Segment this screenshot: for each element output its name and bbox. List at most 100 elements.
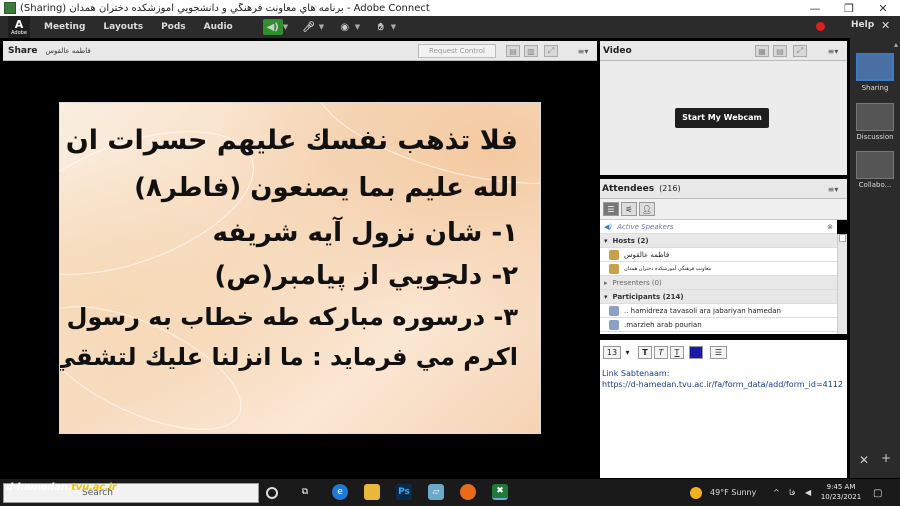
cortana-icon[interactable] <box>266 487 278 499</box>
slide-line-6: اكرم مي فرمايد : ما انزلنا عليك لتشقي <box>59 343 518 371</box>
minimize-button[interactable]: — <box>798 2 832 15</box>
chevron-right-icon[interactable]: ▸ <box>604 279 608 287</box>
chevron-down-icon[interactable]: ▼ <box>391 23 399 31</box>
microphone-control[interactable]: 🎤︎ ▼ <box>299 19 327 35</box>
participants-section[interactable]: ▾ Participants (214) <box>600 290 837 304</box>
start-webcam-button[interactable]: Start My Webcam <box>675 108 769 128</box>
bold-icon[interactable]: T <box>638 345 652 359</box>
raise-hand-icon[interactable]: ✋︎ <box>371 19 391 35</box>
volume-icon[interactable]: ◀ <box>805 488 811 497</box>
notifications-icon[interactable]: ▢ <box>873 488 882 499</box>
participant-name: .marzieh arab pourian <box>624 320 702 329</box>
participants-label: Participants (214) <box>612 292 684 301</box>
speaker-control[interactable]: ◀) ▼ <box>262 19 291 35</box>
menu-audio[interactable]: Audio <box>204 22 233 32</box>
layouts-panel: ▴ Sharing Discussion Collabo... ✕ + <box>850 38 900 478</box>
pod-options-icon[interactable]: ≡▾ <box>826 183 840 195</box>
chat-message-link[interactable]: https://d-hamedan.tvu.ac.ir/fa/form_data… <box>602 379 843 390</box>
microphone-icon[interactable]: 🎤︎ <box>299 19 319 35</box>
chevron-down-icon[interactable]: ▾ <box>604 293 608 301</box>
close-window-button[interactable]: ✕ <box>866 2 900 15</box>
presenters-label: Presenters (0) <box>612 278 662 287</box>
photoshop-icon[interactable]: Ps <box>396 484 412 500</box>
layout-discussion-label[interactable]: Discussion <box>850 133 900 141</box>
status-view-icon[interactable]: 👤︎ <box>639 202 655 216</box>
chevron-down-icon[interactable]: ▾ <box>623 346 632 359</box>
layout-sharing-label[interactable]: Sharing <box>850 84 900 92</box>
slide-line-2: الله عليم بما يصنعون (فاطر۸) <box>134 173 518 203</box>
presenter-name: فاطمه عالقوس <box>45 46 91 55</box>
chevron-down-icon[interactable]: ▼ <box>283 23 291 31</box>
chevron-down-icon[interactable]: ▼ <box>355 23 363 31</box>
close-meeting-icon[interactable]: ✕ <box>881 19 890 32</box>
slide-line-3: ۱- شان نزول آيه شريفه <box>212 218 518 248</box>
list-item[interactable]: معاونت فرهنگي آموزشكده دختران همدان <box>600 262 837 276</box>
present-view-icon[interactable]: ▤ <box>506 45 520 57</box>
adobe-logo-letter: A <box>14 17 24 31</box>
chat-toolbar: 13 ▾ T T T ☰ <box>600 344 847 360</box>
add-layout-icon[interactable]: + <box>881 451 891 465</box>
attendees-scrollbar[interactable] <box>837 234 847 334</box>
list-item[interactable]: .. hamidreza tavasoli ara jabariyan hame… <box>600 304 837 318</box>
slide-line-1: فلا تذهب نفسك عليهم حسرات ان <box>65 125 518 156</box>
menu-pods[interactable]: Pods <box>161 22 186 32</box>
weather-text[interactable]: 49°F Sunny <box>710 488 756 497</box>
request-control-button[interactable]: Request Control <box>418 44 496 58</box>
active-speakers-label: Active Speakers <box>617 222 674 231</box>
font-size-select[interactable]: 13 <box>603 345 621 359</box>
firefox-icon[interactable] <box>460 484 476 500</box>
video-pod-title: Video <box>603 45 632 56</box>
edge-icon[interactable]: e <box>332 484 348 500</box>
chevron-down-icon[interactable]: ▼ <box>319 23 327 31</box>
video-area: Start My Webcam <box>600 61 847 175</box>
taskbar-clock[interactable]: 9:45 AM 10/23/2021 <box>818 482 864 502</box>
layout-discussion-thumb[interactable] <box>856 103 894 131</box>
layout-collaboration-thumb[interactable] <box>856 151 894 179</box>
list-view-icon[interactable]: ☰ <box>603 202 619 216</box>
webcam-icon[interactable]: ◉ <box>335 19 355 35</box>
file-explorer-icon[interactable] <box>364 484 380 500</box>
list-item[interactable]: .marzieh arab pourian <box>600 318 837 332</box>
language-indicator[interactable]: فا <box>789 488 795 497</box>
list-item[interactable]: فاطمه عالقوس <box>600 248 837 262</box>
layout-collaboration-label[interactable]: Collabo... <box>850 181 900 189</box>
layout-sharing-thumb[interactable] <box>856 53 894 81</box>
adobe-connect-taskbar-icon[interactable]: ✖ <box>492 484 508 500</box>
help-menu[interactable]: Help <box>851 20 874 30</box>
webcam-control[interactable]: ◉ ▼ <box>335 19 363 35</box>
host-name: فاطمه عالقوس <box>624 250 670 259</box>
breakout-icon[interactable]: ⚟ <box>621 202 637 216</box>
collapse-panel-icon[interactable]: ✕ <box>859 453 869 467</box>
pod-options-icon[interactable]: ≡▾ <box>826 45 840 57</box>
fullscreen-icon[interactable]: ⤢ <box>544 45 558 57</box>
bulleted-list-icon[interactable]: ☰ <box>710 345 727 359</box>
menu-meeting[interactable]: Meeting <box>44 22 85 32</box>
show-hidden-icons-icon[interactable]: ^ <box>773 488 780 497</box>
hosts-section[interactable]: ▾ Hosts (2) <box>600 234 837 248</box>
windows-taskbar: Search d-hamedan.tvu.ac.ir ⧉ e Ps ▱ ✖ 49… <box>0 479 900 506</box>
chat-pod: 13 ▾ T T T ☰ Link Sabtenaam: https://d-h… <box>600 340 847 478</box>
task-view-icon[interactable]: ⧉ <box>297 484 313 500</box>
underline-icon[interactable]: T <box>670 345 684 359</box>
recording-indicator-icon[interactable] <box>816 22 825 31</box>
slide-line-4: ۲- دلجويي از پيامبر(ص) <box>214 261 518 291</box>
pod-options-icon[interactable]: ≡▾ <box>576 45 590 57</box>
fullscreen-icon[interactable]: ⤢ <box>793 45 807 57</box>
scroll-thumb[interactable] <box>839 234 846 242</box>
filmstrip-view-icon[interactable]: ▥ <box>524 45 538 57</box>
collapse-icon[interactable]: ▴ <box>894 40 898 49</box>
notes-app-icon[interactable]: ▱ <box>428 484 444 500</box>
filmstrip-icon[interactable]: ▤ <box>773 45 787 57</box>
weather-sun-icon[interactable] <box>690 487 702 499</box>
menu-layouts[interactable]: Layouts <box>103 22 143 32</box>
maximize-button[interactable]: ❐ <box>832 2 866 15</box>
presenters-section[interactable]: ▸ Presenters (0) <box>600 276 837 290</box>
speaker-icon[interactable]: ◀) <box>262 19 283 35</box>
chevron-down-icon[interactable]: ▾ <box>604 237 608 245</box>
raise-hand-control[interactable]: ✋︎ ▼ <box>371 19 399 35</box>
slide-line-5: ۳- درسوره مباركه طه خطاب به رسول <box>66 303 518 331</box>
text-color-icon[interactable] <box>689 345 703 359</box>
close-icon[interactable]: ⊗ <box>827 223 833 231</box>
grid-view-icon[interactable]: ▦ <box>755 45 769 57</box>
italic-icon[interactable]: T <box>654 345 668 359</box>
